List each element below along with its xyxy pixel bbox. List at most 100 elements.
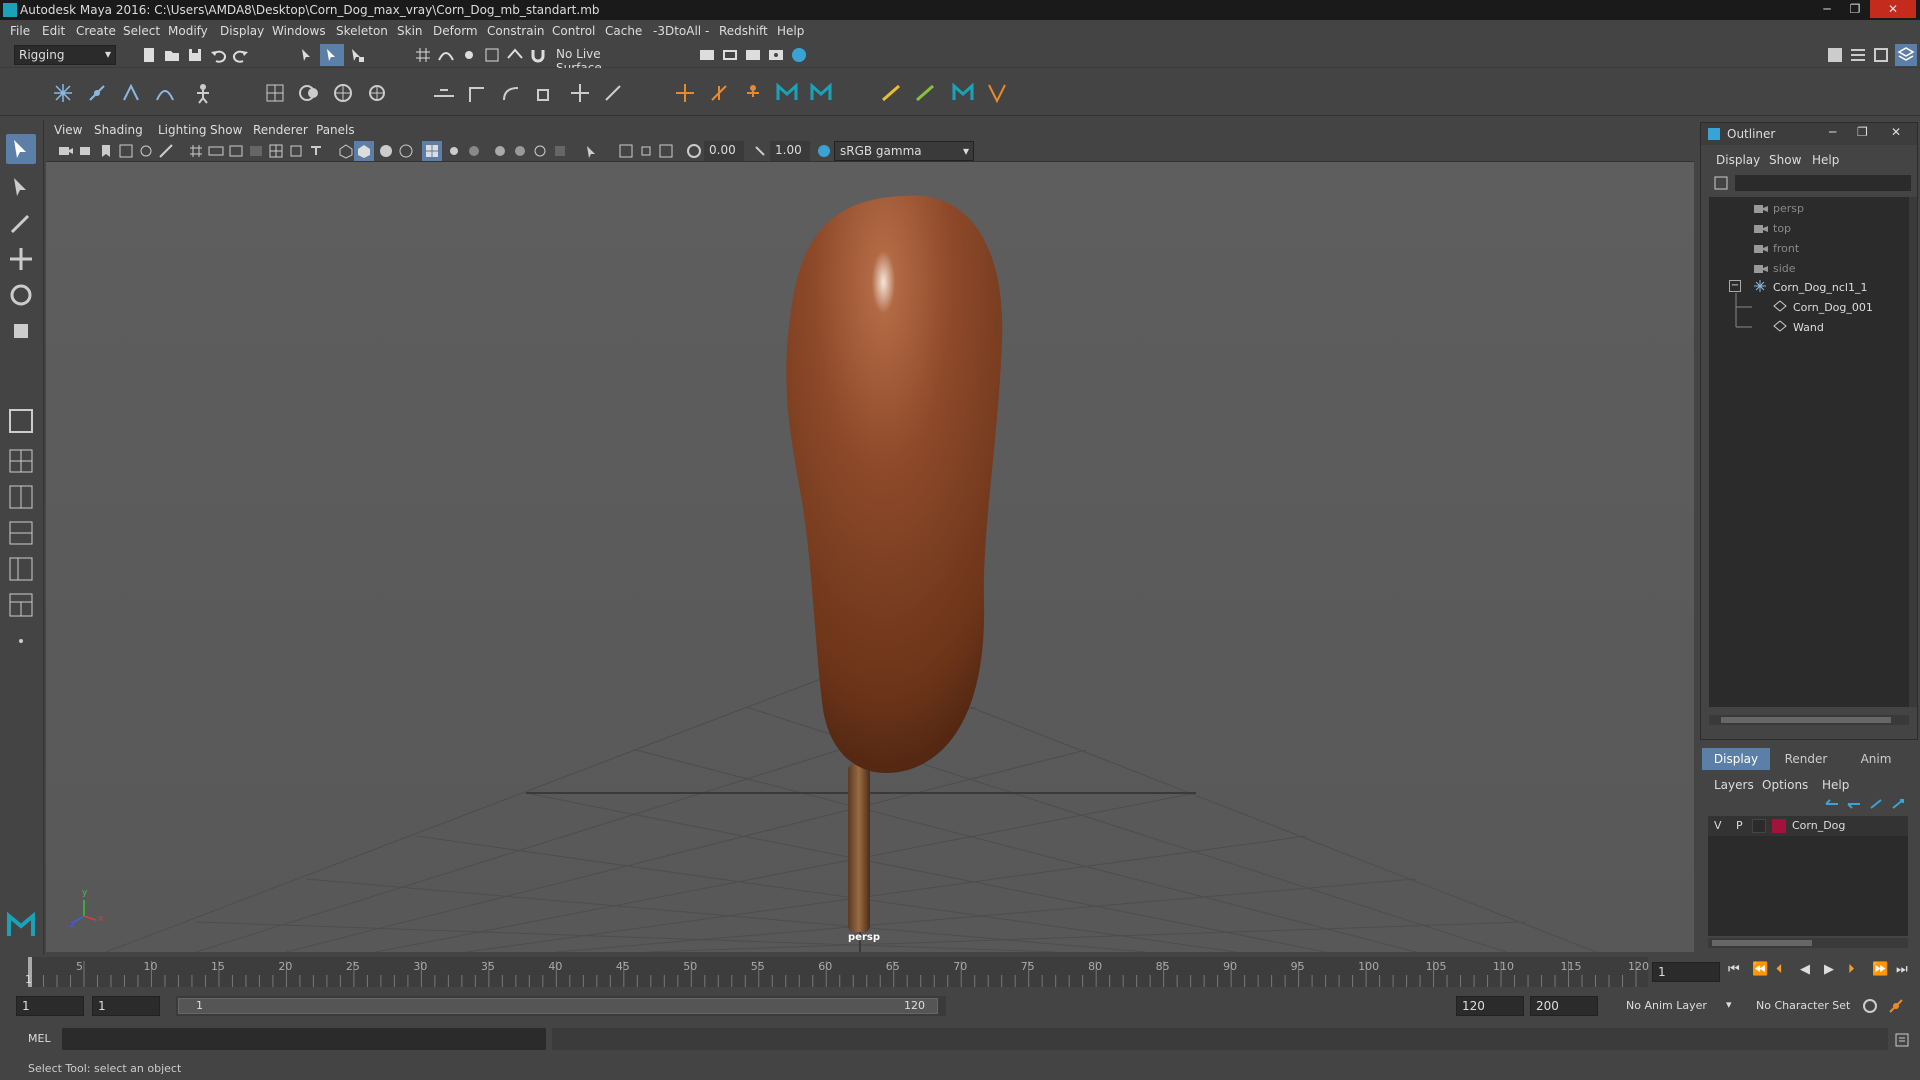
- layer-menu-options[interactable]: Options: [1762, 778, 1808, 792]
- new-layer-from-selected-icon[interactable]: [1890, 796, 1906, 812]
- rotate-tool-icon[interactable]: [6, 280, 36, 310]
- attribute-editor-icon[interactable]: [1849, 46, 1867, 64]
- outliner-item-wand[interactable]: Wand: [1793, 321, 1824, 334]
- lasso-tool-icon[interactable]: [6, 172, 36, 202]
- menu-modify[interactable]: Modify: [168, 24, 208, 38]
- snap-view-plane-icon[interactable]: [483, 46, 501, 64]
- grid-toggle-icon[interactable]: [188, 143, 204, 159]
- layer-name[interactable]: Corn_Dog: [1792, 819, 1845, 832]
- layer-menu-help[interactable]: Help: [1822, 778, 1849, 792]
- textured-button[interactable]: [422, 141, 442, 161]
- select-hierarchy-icon[interactable]: [298, 46, 316, 64]
- select-component-icon[interactable]: [348, 46, 366, 64]
- ik-handle-icon[interactable]: [120, 82, 142, 104]
- smooth-bind-icon[interactable]: [298, 82, 320, 104]
- menu-deform[interactable]: Deform: [433, 24, 478, 38]
- scale-tool-icon[interactable]: [6, 316, 36, 346]
- xray-joints-icon[interactable]: [532, 143, 548, 159]
- animation-preferences-icon[interactable]: [1888, 998, 1904, 1014]
- menu-control[interactable]: Control: [552, 24, 595, 38]
- layer-horizontal-scrollbar[interactable]: [1708, 938, 1908, 948]
- go-to-end-button[interactable]: ⏭: [1896, 962, 1908, 977]
- ipr-render-icon[interactable]: [744, 46, 762, 64]
- step-back-frame-button[interactable]: ⏴: [1776, 962, 1783, 977]
- playback-start-field[interactable]: 1: [92, 996, 160, 1016]
- field-chart-icon[interactable]: [268, 143, 284, 159]
- orient-constraint-icon[interactable]: [500, 82, 524, 104]
- xray-active-icon[interactable]: [512, 143, 528, 159]
- layer-tab-render[interactable]: Render: [1772, 748, 1840, 770]
- maximize-button[interactable]: ❐: [1842, 0, 1868, 18]
- close-button[interactable]: ✕: [1870, 0, 1916, 18]
- layer-menu-layers[interactable]: Layers: [1714, 778, 1754, 792]
- shadows-icon[interactable]: [466, 143, 482, 159]
- collapse-toggle[interactable]: −: [1729, 280, 1741, 292]
- command-language-toggle[interactable]: MEL: [28, 1032, 51, 1045]
- single-pane-layout-icon[interactable]: [6, 406, 36, 436]
- layer-tab-anim[interactable]: Anim: [1842, 748, 1910, 770]
- panel-menu-view[interactable]: View: [54, 123, 82, 137]
- resolution-gate-icon[interactable]: [228, 143, 244, 159]
- menu-3dtoall[interactable]: -3DtoAll -: [653, 24, 709, 38]
- play-backward-button[interactable]: ◀: [1800, 962, 1810, 977]
- menu-redshift[interactable]: Redshift: [719, 24, 768, 38]
- frame-selected-icon[interactable]: [638, 143, 654, 159]
- safe-title-icon[interactable]: [308, 143, 324, 159]
- open-scene-icon[interactable]: [163, 46, 181, 64]
- outliner-minimize-button[interactable]: ─: [1829, 125, 1836, 139]
- hypershade-icon[interactable]: [790, 46, 808, 64]
- outliner-item-front[interactable]: front: [1773, 242, 1799, 255]
- live-surface-field[interactable]: No Live Surface: [552, 45, 642, 75]
- camera-attributes-icon[interactable]: [78, 143, 94, 159]
- outliner-maximize-button[interactable]: ❐: [1857, 125, 1868, 139]
- render-frame-icon[interactable]: [721, 46, 739, 64]
- go-to-start-button[interactable]: ⏮: [1728, 962, 1740, 977]
- outliner-tree[interactable]: persp top front side − Corn_Dog_ncl1_1 C…: [1709, 197, 1909, 707]
- mesh-sculpt-icon[interactable]: [880, 82, 902, 104]
- isolate-select-icon[interactable]: [584, 143, 600, 159]
- step-forward-frame-button[interactable]: ⏵: [1848, 962, 1855, 977]
- outliner-search-input[interactable]: [1735, 175, 1911, 191]
- lattice-icon[interactable]: [332, 82, 354, 104]
- outliner-item-side[interactable]: side: [1773, 262, 1796, 275]
- outliner-menu-help[interactable]: Help: [1812, 153, 1839, 167]
- xray-icon[interactable]: [492, 143, 508, 159]
- frame-all-icon[interactable]: [658, 143, 674, 159]
- bookmark-icon[interactable]: [98, 143, 114, 159]
- joint-tool-icon[interactable]: [52, 82, 74, 104]
- menu-create[interactable]: Create: [76, 24, 116, 38]
- use-all-lights-icon[interactable]: [446, 143, 462, 159]
- outliner-close-button[interactable]: ✕: [1891, 125, 1901, 139]
- panel-menu-panels[interactable]: Panels: [316, 123, 355, 137]
- perspective-viewport[interactable]: persp x y z: [46, 162, 1694, 952]
- four-pane-layout-icon[interactable]: [6, 446, 36, 476]
- snap-curve-icon[interactable]: [437, 46, 455, 64]
- channel-box-button[interactable]: [1895, 44, 1917, 66]
- panel-menu-show[interactable]: Show: [210, 123, 242, 137]
- set-driven-key-icon[interactable]: [708, 82, 730, 104]
- panel-menu-renderer[interactable]: Renderer: [253, 123, 308, 137]
- time-slider[interactable]: 5 10 15 20 25 30 35 40 45 50 55 60 65 70 75 80 85 90 95 100…: [0, 955, 1920, 991]
- menu-cache[interactable]: Cache: [605, 24, 642, 38]
- colorspace-dropdown[interactable]: sRGB gamma ▾: [834, 141, 974, 161]
- animation-end-field[interactable]: 200: [1530, 996, 1598, 1016]
- auto-key-icon[interactable]: [1862, 998, 1878, 1014]
- outliner-menu-display[interactable]: Display: [1716, 153, 1760, 167]
- two-pane-layout-icon[interactable]: [6, 482, 36, 512]
- menu-skin[interactable]: Skin: [397, 24, 423, 38]
- new-scene-icon[interactable]: [140, 46, 158, 64]
- film-gate-icon[interactable]: [208, 143, 224, 159]
- move-layer-down-icon[interactable]: [1846, 796, 1862, 812]
- select-tool-button[interactable]: [6, 134, 36, 164]
- bind-skin-icon[interactable]: [264, 82, 286, 104]
- new-empty-layer-icon[interactable]: [1868, 796, 1884, 812]
- twod-pan-zoom-icon[interactable]: [138, 143, 154, 159]
- render-settings-icon[interactable]: [767, 46, 785, 64]
- layer-row[interactable]: V P Corn_Dog: [1708, 816, 1908, 836]
- animation-start-field[interactable]: 1: [16, 996, 84, 1016]
- point-constraint-icon[interactable]: [466, 82, 490, 104]
- script-editor-icon[interactable]: [1894, 1032, 1910, 1048]
- modeling-toolkit-icon[interactable]: [1826, 46, 1844, 64]
- graph-layout-icon[interactable]: [6, 590, 36, 620]
- insert-joint-icon[interactable]: [86, 82, 108, 104]
